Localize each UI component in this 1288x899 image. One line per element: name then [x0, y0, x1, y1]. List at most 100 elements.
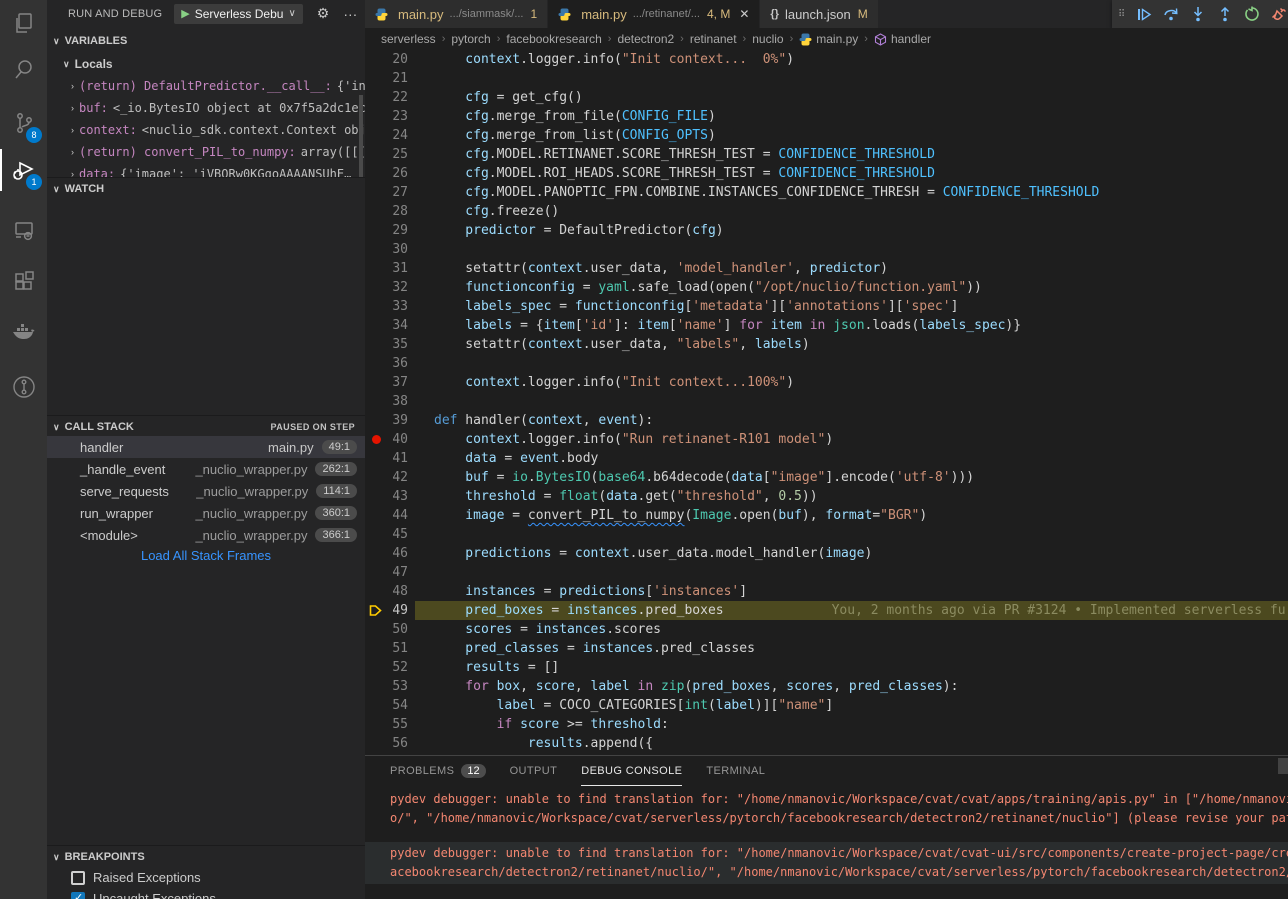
code-line-50[interactable]: 50scores = instances.scores: [365, 620, 1288, 639]
remote-explorer-icon[interactable]: [0, 207, 47, 253]
variable-row[interactable]: ›data:{'image': 'iVBORw0KGgoAAAANSUhE…: [47, 163, 365, 177]
code-line-22[interactable]: 22cfg = get_cfg(): [365, 88, 1288, 107]
variable-row[interactable]: ›buf:<_io.BytesIO object at 0x7f5a2dc1ec…: [47, 97, 365, 119]
code-line-37[interactable]: 37context.logger.info("Init context...10…: [365, 373, 1288, 392]
disconnect-button[interactable]: [1270, 5, 1288, 23]
code-line-45[interactable]: 45: [365, 525, 1288, 544]
breadcrumb-item[interactable]: main.py: [799, 32, 858, 46]
code-line-35[interactable]: 35setattr(context.user_data, "labels", l…: [365, 335, 1288, 354]
code-line-30[interactable]: 30: [365, 240, 1288, 259]
more-actions-icon[interactable]: ···: [343, 6, 357, 22]
code-line-20[interactable]: 20context.logger.info("Init context... 0…: [365, 50, 1288, 69]
code-line-44[interactable]: 44image = convert_PIL_to_numpy(Image.ope…: [365, 506, 1288, 525]
code-line-24[interactable]: 24cfg.merge_from_list(CONFIG_OPTS): [365, 126, 1288, 145]
watch-section-header[interactable]: ∨ WATCH: [47, 178, 365, 200]
code-line-47[interactable]: 47: [365, 563, 1288, 582]
close-icon[interactable]: ✕: [739, 7, 749, 21]
code-line-32[interactable]: 32functionconfig = yaml.safe_load(open("…: [365, 278, 1288, 297]
call-stack-frame[interactable]: run_wrapper_nuclio_wrapper.py360:1: [47, 502, 365, 524]
source-control-icon[interactable]: 8: [0, 100, 47, 146]
breakpoints-section-header[interactable]: ∨ BREAKPOINTS: [47, 846, 365, 868]
variable-row[interactable]: ›(return) convert_PIL_to_numpy:array([[[…: [47, 141, 365, 163]
code-line-54[interactable]: 54label = COCO_CATEGORIES[int(label)]["n…: [365, 696, 1288, 715]
gear-icon[interactable]: ⚙: [317, 5, 330, 22]
breakpoint-row[interactable]: Raised Exceptions: [47, 867, 365, 888]
code-line-36[interactable]: 36: [365, 354, 1288, 373]
breadcrumb-item[interactable]: nuclio: [752, 32, 783, 46]
panel-tab-terminal[interactable]: TERMINAL: [706, 756, 765, 786]
breadcrumb-item[interactable]: detectron2: [617, 32, 674, 46]
console-message[interactable]: pydev debugger: unable to find translati…: [365, 842, 1288, 884]
code-line-41[interactable]: 41data = event.body: [365, 449, 1288, 468]
call-stack-section-header[interactable]: ∨ CALL STACK PAUSED ON STEP: [47, 416, 365, 438]
start-debug-icon[interactable]: ▶: [181, 7, 189, 20]
code-line-34[interactable]: 34labels = {item['id']: item['name'] for…: [365, 316, 1288, 335]
editor-tab-launch.json[interactable]: {}launch.jsonM: [760, 0, 878, 28]
search-icon[interactable]: [0, 46, 47, 92]
step-into-button[interactable]: [1189, 5, 1207, 23]
code-line-28[interactable]: 28cfg.freeze(): [365, 202, 1288, 221]
code-line-40[interactable]: 40context.logger.info("Run retinanet-R10…: [365, 430, 1288, 449]
continue-button[interactable]: [1135, 5, 1153, 23]
breadcrumb-item[interactable]: facebookresearch: [506, 32, 601, 46]
code-line-26[interactable]: 26cfg.MODEL.ROI_HEADS.SCORE_THRESH_TEST …: [365, 164, 1288, 183]
code-line-51[interactable]: 51pred_classes = instances.pred_classes: [365, 639, 1288, 658]
code-line-31[interactable]: 31setattr(context.user_data, 'model_hand…: [365, 259, 1288, 278]
code-line-29[interactable]: 29predictor = DefaultPredictor(cfg): [365, 221, 1288, 240]
variables-section-header[interactable]: ∨ VARIABLES: [47, 30, 365, 52]
editor-tab-main.py[interactable]: main.py.../siammask/...1: [365, 0, 548, 28]
code-line-53[interactable]: 53for box, score, label in zip(pred_boxe…: [365, 677, 1288, 696]
locals-group[interactable]: ∨ Locals: [47, 53, 365, 75]
expand-chevron-icon[interactable]: ›: [71, 147, 74, 157]
code-line-48[interactable]: 48instances = predictions['instances']: [365, 582, 1288, 601]
code-line-56[interactable]: 56results.append({: [365, 734, 1288, 753]
variable-row[interactable]: ›(return) DefaultPredictor.__call__:{'in…: [47, 75, 365, 97]
call-stack-frame[interactable]: _handle_event_nuclio_wrapper.py262:1: [47, 458, 365, 480]
call-stack-frame[interactable]: <module>_nuclio_wrapper.py366:1: [47, 524, 365, 546]
docker-icon[interactable]: [0, 310, 47, 356]
code-editor[interactable]: 20context.logger.info("Init context... 0…: [365, 50, 1288, 755]
code-line-25[interactable]: 25cfg.MODEL.RETINANET.SCORE_THRESH_TEST …: [365, 145, 1288, 164]
code-line-39[interactable]: 39def handler(context, event):: [365, 411, 1288, 430]
breadcrumb-item[interactable]: serverless: [381, 32, 436, 46]
breakpoint-row[interactable]: Uncaught Exceptions: [47, 888, 365, 899]
console-message[interactable]: pydev debugger: unable to find translati…: [365, 788, 1288, 830]
call-stack-frame[interactable]: handlermain.py49:1: [47, 436, 365, 458]
toolbar-grip-handle[interactable]: ⠿: [1118, 9, 1126, 20]
panel-tab-problems[interactable]: PROBLEMS12: [390, 756, 486, 786]
editor-tab-main.py[interactable]: main.py.../retinanet/...4, M✕: [548, 0, 760, 28]
extensions-icon[interactable]: [0, 259, 47, 305]
code-line-52[interactable]: 52results = []: [365, 658, 1288, 677]
breakpoint-checkbox[interactable]: [71, 871, 85, 885]
code-line-55[interactable]: 55if score >= threshold:: [365, 715, 1288, 734]
call-stack-frame[interactable]: serve_requests_nuclio_wrapper.py114:1: [47, 480, 365, 502]
breadcrumb-item[interactable]: retinanet: [690, 32, 737, 46]
explorer-icon[interactable]: [0, 0, 47, 46]
code-line-23[interactable]: 23cfg.merge_from_file(CONFIG_FILE): [365, 107, 1288, 126]
panel-scrollbar[interactable]: [1278, 758, 1288, 774]
step-over-button[interactable]: [1162, 5, 1180, 23]
expand-chevron-icon[interactable]: ›: [71, 125, 74, 135]
run-and-debug-icon[interactable]: 1: [0, 147, 47, 193]
expand-chevron-icon[interactable]: ›: [71, 169, 74, 177]
code-line-38[interactable]: 38: [365, 392, 1288, 411]
code-line-46[interactable]: 46predictions = context.user_data.model_…: [365, 544, 1288, 563]
code-line-42[interactable]: 42buf = io.BytesIO(base64.b64decode(data…: [365, 468, 1288, 487]
variable-row[interactable]: ›context:<nuclio_sdk.context.Context obj…: [47, 119, 365, 141]
debug-console-output[interactable]: pydev debugger: unable to find translati…: [365, 788, 1288, 899]
launch-config-dropdown[interactable]: ▶ Serverless Debu ∨: [174, 4, 303, 24]
code-line-49[interactable]: 49pred_boxes = instances.pred_boxesYou, …: [365, 601, 1288, 620]
panel-tab-output[interactable]: OUTPUT: [510, 756, 558, 786]
breadcrumb-item[interactable]: handler: [874, 32, 931, 46]
breakpoint-checkbox[interactable]: [71, 892, 85, 899]
code-line-21[interactable]: 21: [365, 69, 1288, 88]
step-out-button[interactable]: [1216, 5, 1234, 23]
panel-tab-debug-console[interactable]: DEBUG CONSOLE: [581, 756, 682, 786]
gitlens-icon[interactable]: [0, 364, 47, 410]
expand-chevron-icon[interactable]: ›: [71, 81, 74, 91]
restart-button[interactable]: [1243, 5, 1261, 23]
breadcrumb-item[interactable]: pytorch: [451, 32, 490, 46]
code-line-27[interactable]: 27cfg.MODEL.PANOPTIC_FPN.COMBINE.INSTANC…: [365, 183, 1288, 202]
code-line-33[interactable]: 33labels_spec = functionconfig['metadata…: [365, 297, 1288, 316]
expand-chevron-icon[interactable]: ›: [71, 103, 74, 113]
